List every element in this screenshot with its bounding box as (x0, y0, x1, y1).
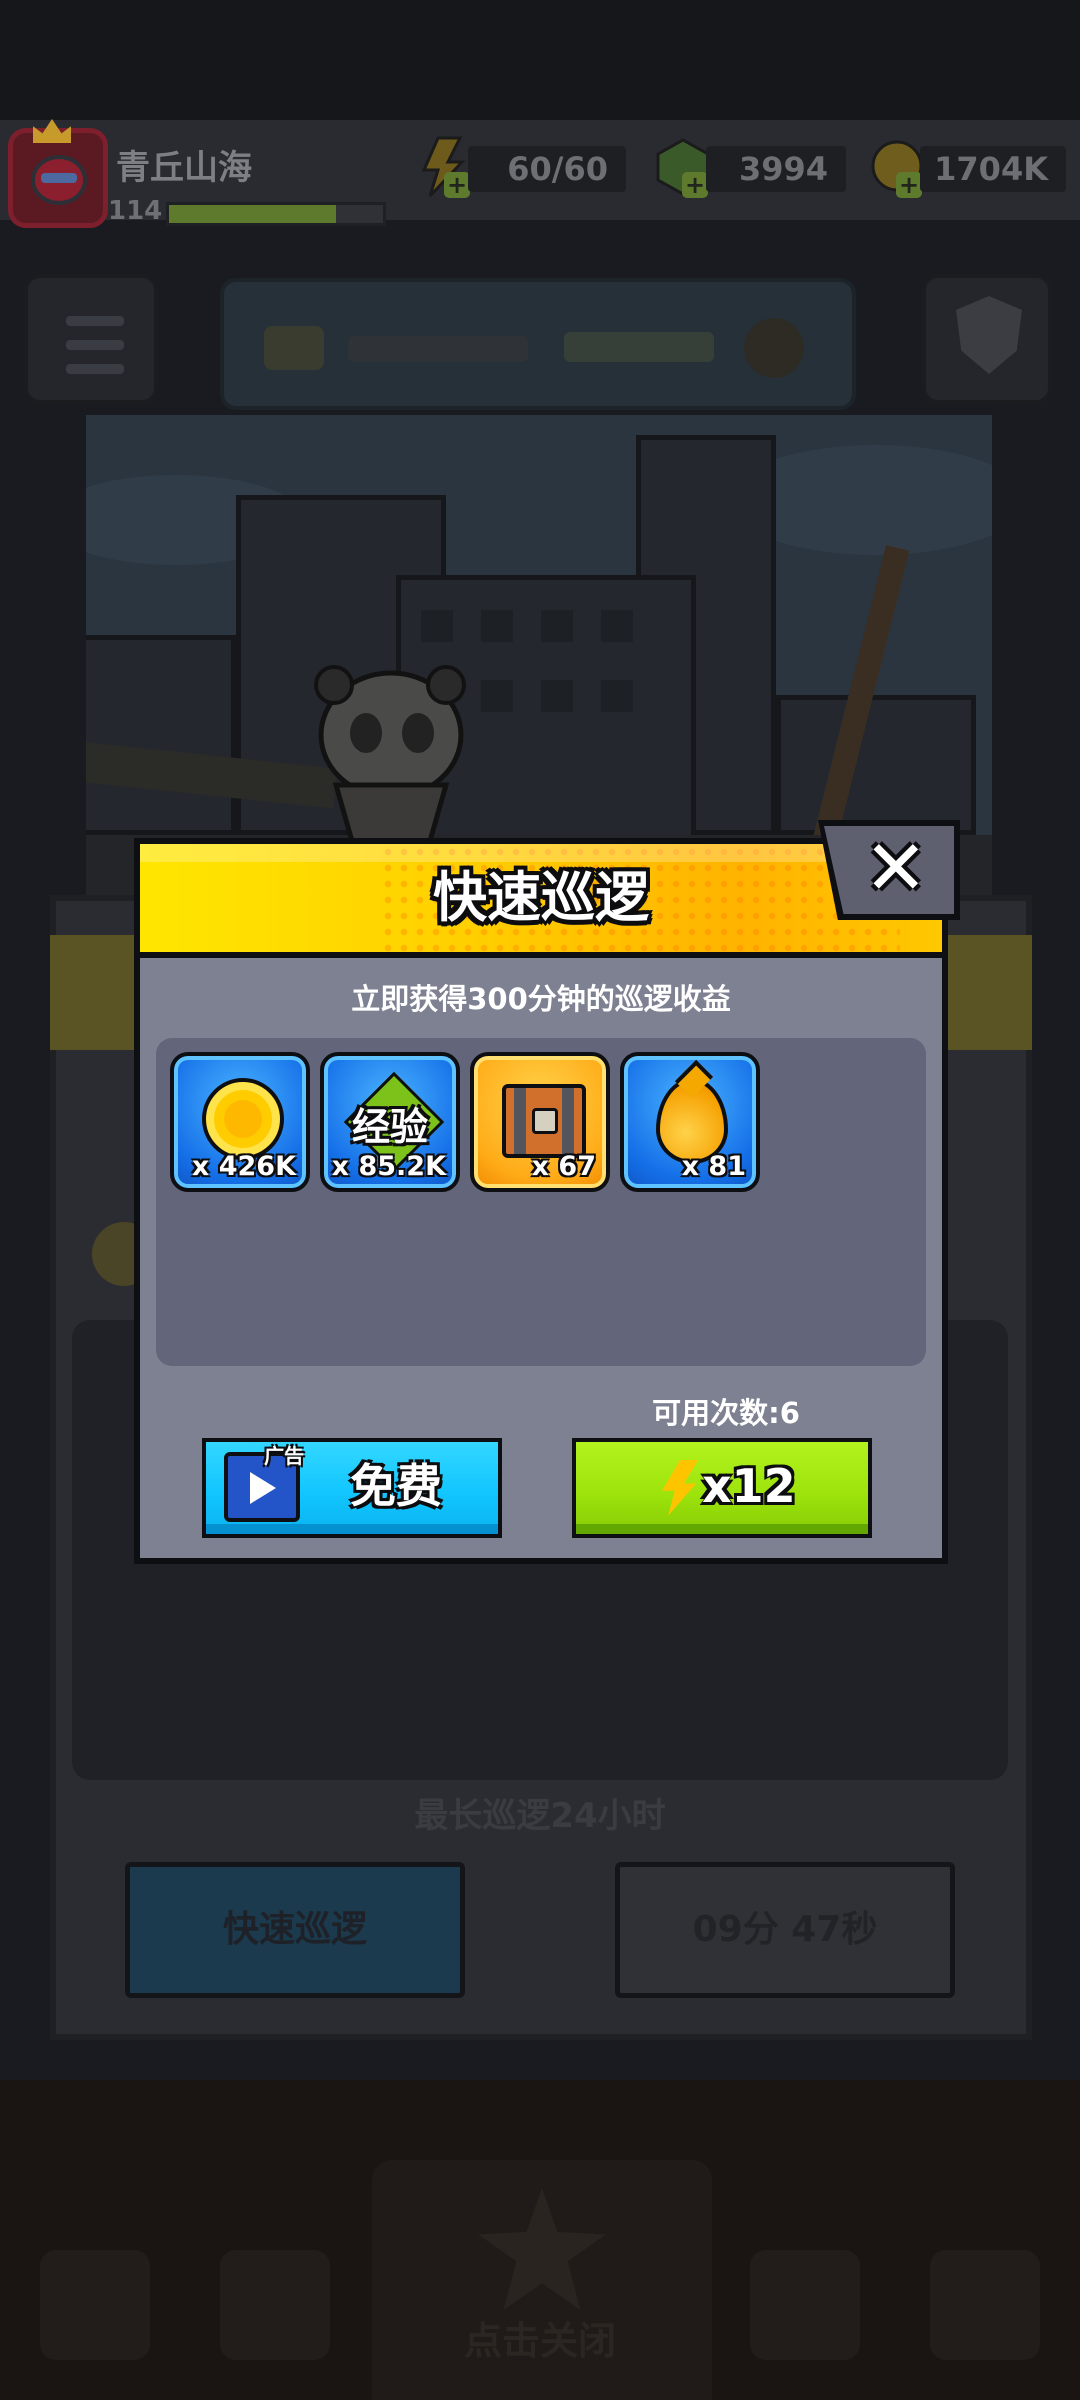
stage-progress-bar (220, 278, 856, 410)
gold-plus-icon[interactable]: + (896, 172, 922, 198)
close-button[interactable]: ✕ (818, 820, 960, 920)
quick-patrol-button[interactable]: 快速巡逻 (125, 1862, 465, 1998)
treasure-chest-icon (502, 1084, 586, 1158)
reward-quantity: x 81 (681, 1151, 746, 1182)
reward-item-oil[interactable]: x 81 (620, 1052, 760, 1192)
uses-remaining: 可用次数:6 (652, 1396, 800, 1430)
game-screen: 青丘山海 114 + 60/60 + 3994 + 1704K 最长巡逻24小时… (0, 0, 1080, 2400)
star-icon (478, 2188, 606, 2310)
rewards-panel: x 426K 经验 x 85.2K x 67 x 81 (156, 1038, 926, 1366)
energy-patrol-button[interactable]: x12 (572, 1438, 872, 1538)
max-patrol-text: 最长巡逻24小时 (414, 1796, 666, 1836)
gold-coin-icon (202, 1078, 284, 1160)
panda-character-icon (314, 665, 466, 855)
gems-plus-icon[interactable]: + (682, 172, 708, 198)
team-battle-button[interactable] (922, 274, 1052, 404)
free-button-label: 免费 (350, 1459, 442, 1513)
player-level: 114 (108, 196, 163, 226)
energy-box: 60/60 (468, 146, 626, 192)
player-xp-bar (166, 202, 386, 226)
energy-bolt-icon (662, 1460, 698, 1516)
menu-button[interactable] (24, 274, 158, 404)
gems-box: 3994 (706, 146, 846, 192)
shield-icon (956, 296, 1022, 374)
gold-box: 1704K (920, 146, 1066, 192)
visor-icon (41, 173, 77, 183)
energy-value: 60/60 (507, 150, 608, 188)
dialog-subtitle: 立即获得300分钟的巡逻收益 (351, 982, 731, 1016)
reward-item-gold[interactable]: x 426K (170, 1052, 310, 1192)
player-xp-fill (169, 205, 336, 223)
reward-item-experience[interactable]: 经验 x 85.2K (320, 1052, 460, 1192)
patrol-timer-button[interactable]: 09分 47秒 (615, 1862, 955, 1998)
reward-quantity: x 67 (531, 1151, 596, 1182)
reward-quantity: x 85.2K (331, 1151, 446, 1182)
quick-patrol-label: 快速巡逻 (222, 1909, 367, 1950)
energy-plus-icon[interactable]: + (444, 172, 470, 198)
player-name: 青丘山海 (116, 148, 252, 188)
experience-label: 经验 (351, 1105, 428, 1149)
patrol-timer-label: 09分 47秒 (692, 1909, 878, 1950)
reward-item-chest[interactable]: x 67 (470, 1052, 610, 1192)
quick-patrol-dialog: 快速巡逻 立即获得300分钟的巡逻收益 x 426K 经验 x 85.2K x … (134, 838, 948, 1564)
tap-to-close-text[interactable]: 点击关闭 (0, 2310, 1080, 2365)
free-ad-button[interactable]: 广告 免费 (202, 1438, 502, 1538)
ad-tag: 广告 (264, 1444, 304, 1468)
reward-quantity: x 426K (191, 1151, 296, 1182)
gold-value: 1704K (934, 150, 1048, 188)
energy-button-label: x12 (702, 1459, 796, 1513)
gems-value: 3994 (738, 150, 828, 188)
status-bar (0, 0, 1080, 120)
close-icon: ✕ (864, 823, 928, 912)
player-avatar[interactable] (8, 119, 108, 228)
